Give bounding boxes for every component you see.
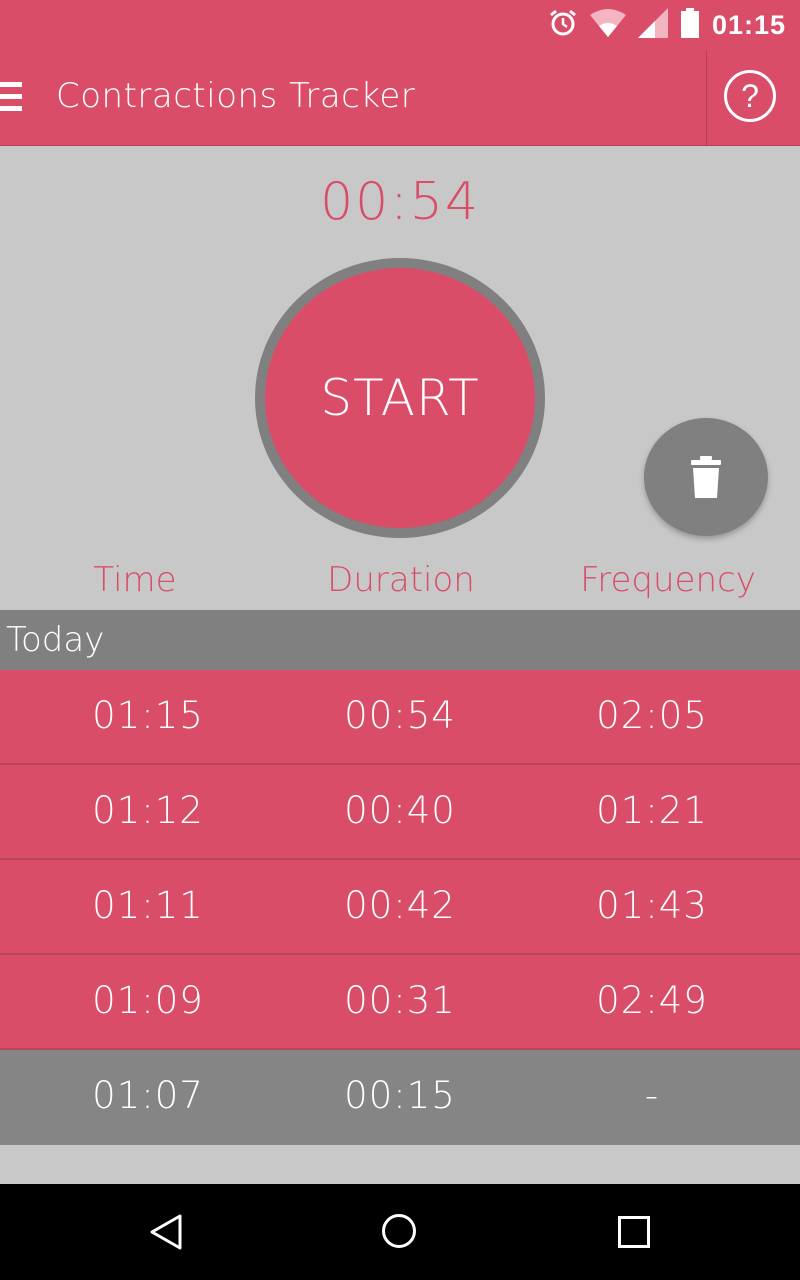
app-bar: Contractions Tracker ? bbox=[0, 50, 800, 146]
table-row[interactable]: 01:12 00:40 01:21 bbox=[0, 765, 800, 860]
recents-icon[interactable] bbox=[618, 1216, 650, 1248]
cell-frequency: 01:21 bbox=[596, 789, 708, 832]
cell-time: 01:11 bbox=[92, 884, 204, 927]
alarm-icon bbox=[548, 8, 578, 42]
cell-duration: 00:40 bbox=[344, 789, 456, 832]
cell-duration: 00:31 bbox=[344, 979, 456, 1022]
column-headers: Time Duration Frequency bbox=[0, 560, 800, 608]
elapsed-timer: 00:54 bbox=[320, 172, 480, 232]
column-header-time: Time bbox=[93, 560, 177, 600]
start-button[interactable]: START bbox=[265, 268, 535, 528]
back-icon[interactable] bbox=[148, 1214, 184, 1254]
battery-icon bbox=[680, 8, 700, 42]
help-button[interactable]: ? bbox=[724, 70, 776, 122]
cell-frequency: 01:43 bbox=[596, 884, 708, 927]
app-title: Contractions Tracker bbox=[56, 76, 416, 116]
cell-duration: 00:15 bbox=[344, 1074, 456, 1117]
cell-duration: 00:42 bbox=[344, 884, 456, 927]
section-header: Today bbox=[0, 610, 800, 670]
home-icon[interactable] bbox=[382, 1214, 416, 1248]
table-row[interactable]: 01:09 00:31 02:49 bbox=[0, 955, 800, 1050]
cell-frequency: 02:49 bbox=[596, 979, 708, 1022]
table-row[interactable]: 01:07 00:15 - bbox=[0, 1050, 800, 1145]
cell-time: 01:12 bbox=[92, 789, 204, 832]
cell-time: 01:07 bbox=[92, 1074, 204, 1117]
cell-signal-icon bbox=[637, 8, 668, 42]
trash-icon bbox=[691, 456, 721, 498]
app-bar-divider bbox=[706, 50, 707, 146]
status-time: 01:15 bbox=[711, 9, 786, 40]
cell-duration: 00:54 bbox=[344, 694, 456, 737]
status-icons: 01:15 bbox=[548, 0, 786, 50]
table-row[interactable]: 01:15 00:54 02:05 bbox=[0, 670, 800, 765]
table-row[interactable]: 01:11 00:42 01:43 bbox=[0, 860, 800, 955]
cell-frequency: 02:05 bbox=[596, 694, 708, 737]
menu-icon[interactable] bbox=[0, 82, 22, 112]
section-label-today: Today bbox=[6, 620, 105, 660]
cell-time: 01:09 bbox=[92, 979, 204, 1022]
cell-time: 01:15 bbox=[92, 694, 204, 737]
contractions-list: 01:15 00:54 02:05 01:12 00:40 01:21 01:1… bbox=[0, 670, 800, 1145]
cell-frequency: - bbox=[644, 1074, 660, 1117]
column-header-duration: Duration bbox=[327, 560, 475, 600]
delete-button[interactable] bbox=[644, 418, 768, 536]
column-header-frequency: Frequency bbox=[580, 560, 756, 600]
status-bar: 01:15 bbox=[0, 0, 800, 50]
wifi-icon bbox=[589, 9, 626, 41]
navigation-bar bbox=[0, 1184, 800, 1280]
